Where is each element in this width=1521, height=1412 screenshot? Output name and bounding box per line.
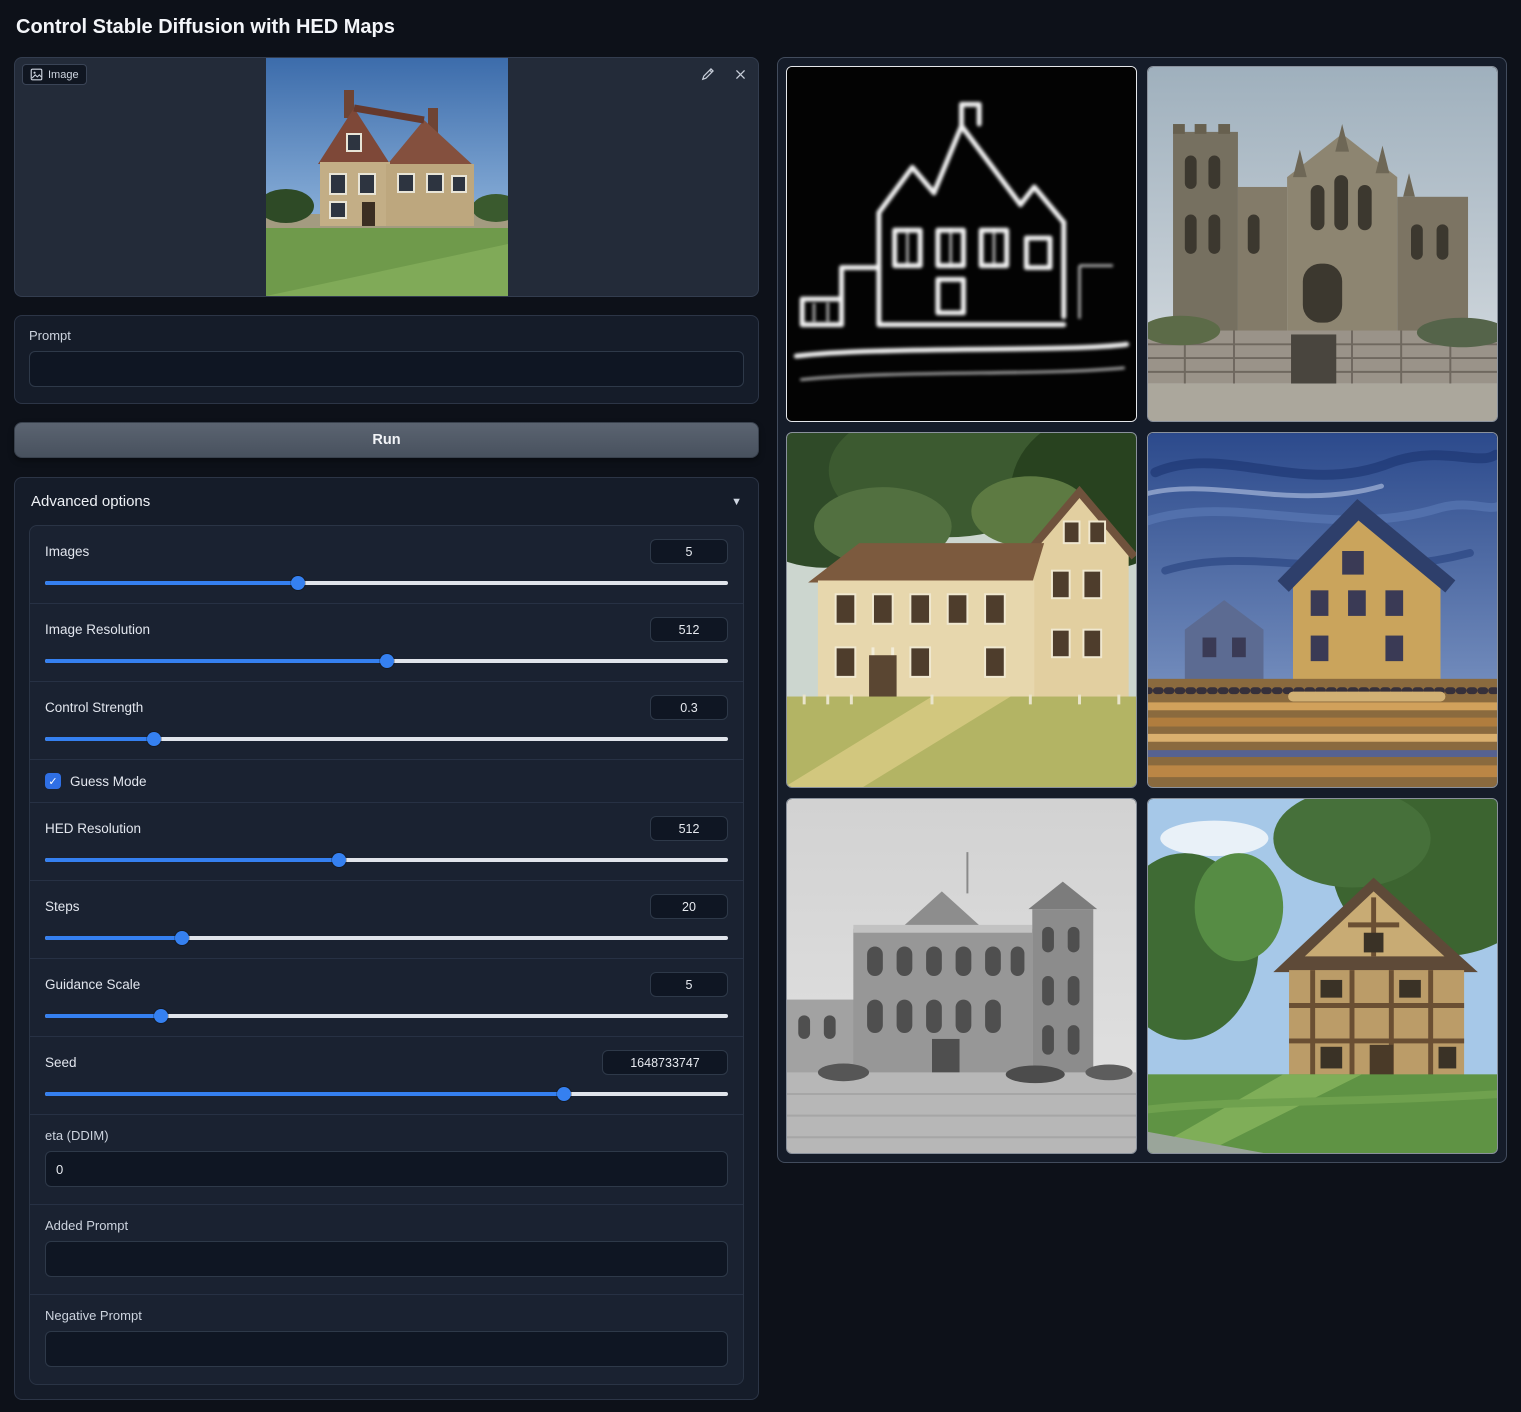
images-control: Images <box>30 526 743 603</box>
steps-label: Steps <box>45 899 80 914</box>
timber-house-image <box>1148 799 1497 1153</box>
image-label: Image <box>48 69 79 81</box>
added-prompt-label: Added Prompt <box>45 1218 728 1233</box>
images-label: Images <box>45 544 89 559</box>
seed-label: Seed <box>45 1055 77 1070</box>
controls-column: Image <box>14 57 759 1400</box>
stone-house-photo <box>266 58 508 296</box>
advanced-options-header[interactable]: Advanced options ▼ <box>15 478 758 523</box>
control-strength-label: Control Strength <box>45 700 143 715</box>
guidance-scale-control: Guidance Scale <box>30 958 743 1036</box>
gallery-item-bw-building[interactable] <box>786 798 1137 1154</box>
guidance-scale-label: Guidance Scale <box>45 977 140 992</box>
input-image <box>266 58 508 296</box>
gallery-item-blue-painting[interactable] <box>1147 432 1498 788</box>
negative-prompt-input[interactable] <box>45 1331 728 1367</box>
control-strength-value-input[interactable] <box>650 695 728 720</box>
bw-building-image <box>787 799 1136 1153</box>
guidance-scale-slider[interactable] <box>45 1008 728 1024</box>
guess-mode-label: Guess Mode <box>70 774 147 789</box>
output-column <box>777 57 1507 1163</box>
hed-resolution-value-input[interactable] <box>650 816 728 841</box>
image-resolution-value-input[interactable] <box>650 617 728 642</box>
image-resolution-control: Image Resolution <box>30 603 743 681</box>
slider-thumb[interactable] <box>175 931 189 945</box>
added-prompt-input[interactable] <box>45 1241 728 1277</box>
slider-thumb[interactable] <box>147 732 161 746</box>
hed-edge-map-image <box>787 67 1136 421</box>
image-icon <box>30 68 43 81</box>
close-icon <box>734 68 747 81</box>
pencil-icon <box>701 67 715 81</box>
seed-value-input[interactable] <box>602 1050 728 1075</box>
gallery-item-ornate-house[interactable] <box>786 432 1137 788</box>
gallery-item-hed-edge-map[interactable] <box>786 66 1137 422</box>
result-gallery <box>777 57 1507 1163</box>
image-resolution-label: Image Resolution <box>45 622 150 637</box>
image-upload[interactable]: Image <box>14 57 759 297</box>
prompt-label: Prompt <box>29 328 744 343</box>
main-layout: Image <box>14 57 1507 1400</box>
control-strength-control: Control Strength <box>30 681 743 759</box>
edit-image-button[interactable] <box>698 64 718 84</box>
gallery-item-cathedral[interactable] <box>1147 66 1498 422</box>
images-slider[interactable] <box>45 575 728 591</box>
slider-thumb[interactable] <box>380 654 394 668</box>
image-label-chip: Image <box>22 64 87 85</box>
image-resolution-slider[interactable] <box>45 653 728 669</box>
cathedral-image <box>1148 67 1497 421</box>
seed-slider[interactable] <box>45 1086 728 1102</box>
prompt-input[interactable] <box>29 351 744 387</box>
images-value-input[interactable] <box>650 539 728 564</box>
added-prompt-field: Added Prompt <box>30 1204 743 1294</box>
page-title: Control Stable Diffusion with HED Maps <box>16 16 1507 39</box>
slider-thumb[interactable] <box>332 853 346 867</box>
guess-mode-checkbox-row[interactable]: Guess Mode <box>30 759 743 802</box>
eta-field: eta (DDIM) <box>30 1114 743 1204</box>
hed-resolution-label: HED Resolution <box>45 821 141 836</box>
ornate-house-image <box>787 433 1136 787</box>
slider-thumb[interactable] <box>557 1087 571 1101</box>
clear-image-button[interactable] <box>730 64 750 84</box>
hed-resolution-control: HED Resolution <box>30 802 743 880</box>
prompt-field: Prompt <box>14 315 759 404</box>
negative-prompt-label: Negative Prompt <box>45 1308 728 1323</box>
steps-value-input[interactable] <box>650 894 728 919</box>
guess-mode-checkbox[interactable] <box>45 773 61 789</box>
blue-painting-image <box>1148 433 1497 787</box>
negative-prompt-field: Negative Prompt <box>30 1294 743 1384</box>
control-strength-slider[interactable] <box>45 731 728 747</box>
slider-thumb[interactable] <box>154 1009 168 1023</box>
image-actions <box>698 64 750 84</box>
slider-thumb[interactable] <box>291 576 305 590</box>
steps-slider[interactable] <box>45 930 728 946</box>
gallery-item-timber-house[interactable] <box>1147 798 1498 1154</box>
advanced-options-body: Images Image Resolution <box>29 525 744 1385</box>
steps-control: Steps <box>30 880 743 958</box>
advanced-options-label: Advanced options <box>31 493 150 510</box>
run-button[interactable]: Run <box>14 422 759 458</box>
eta-input[interactable] <box>45 1151 728 1187</box>
hed-resolution-slider[interactable] <box>45 852 728 868</box>
chevron-down-icon: ▼ <box>731 496 742 508</box>
seed-control: Seed <box>30 1036 743 1114</box>
eta-label: eta (DDIM) <box>45 1128 728 1143</box>
guidance-scale-value-input[interactable] <box>650 972 728 997</box>
advanced-options-accordion: Advanced options ▼ Images Image Resoluti… <box>14 477 759 1400</box>
